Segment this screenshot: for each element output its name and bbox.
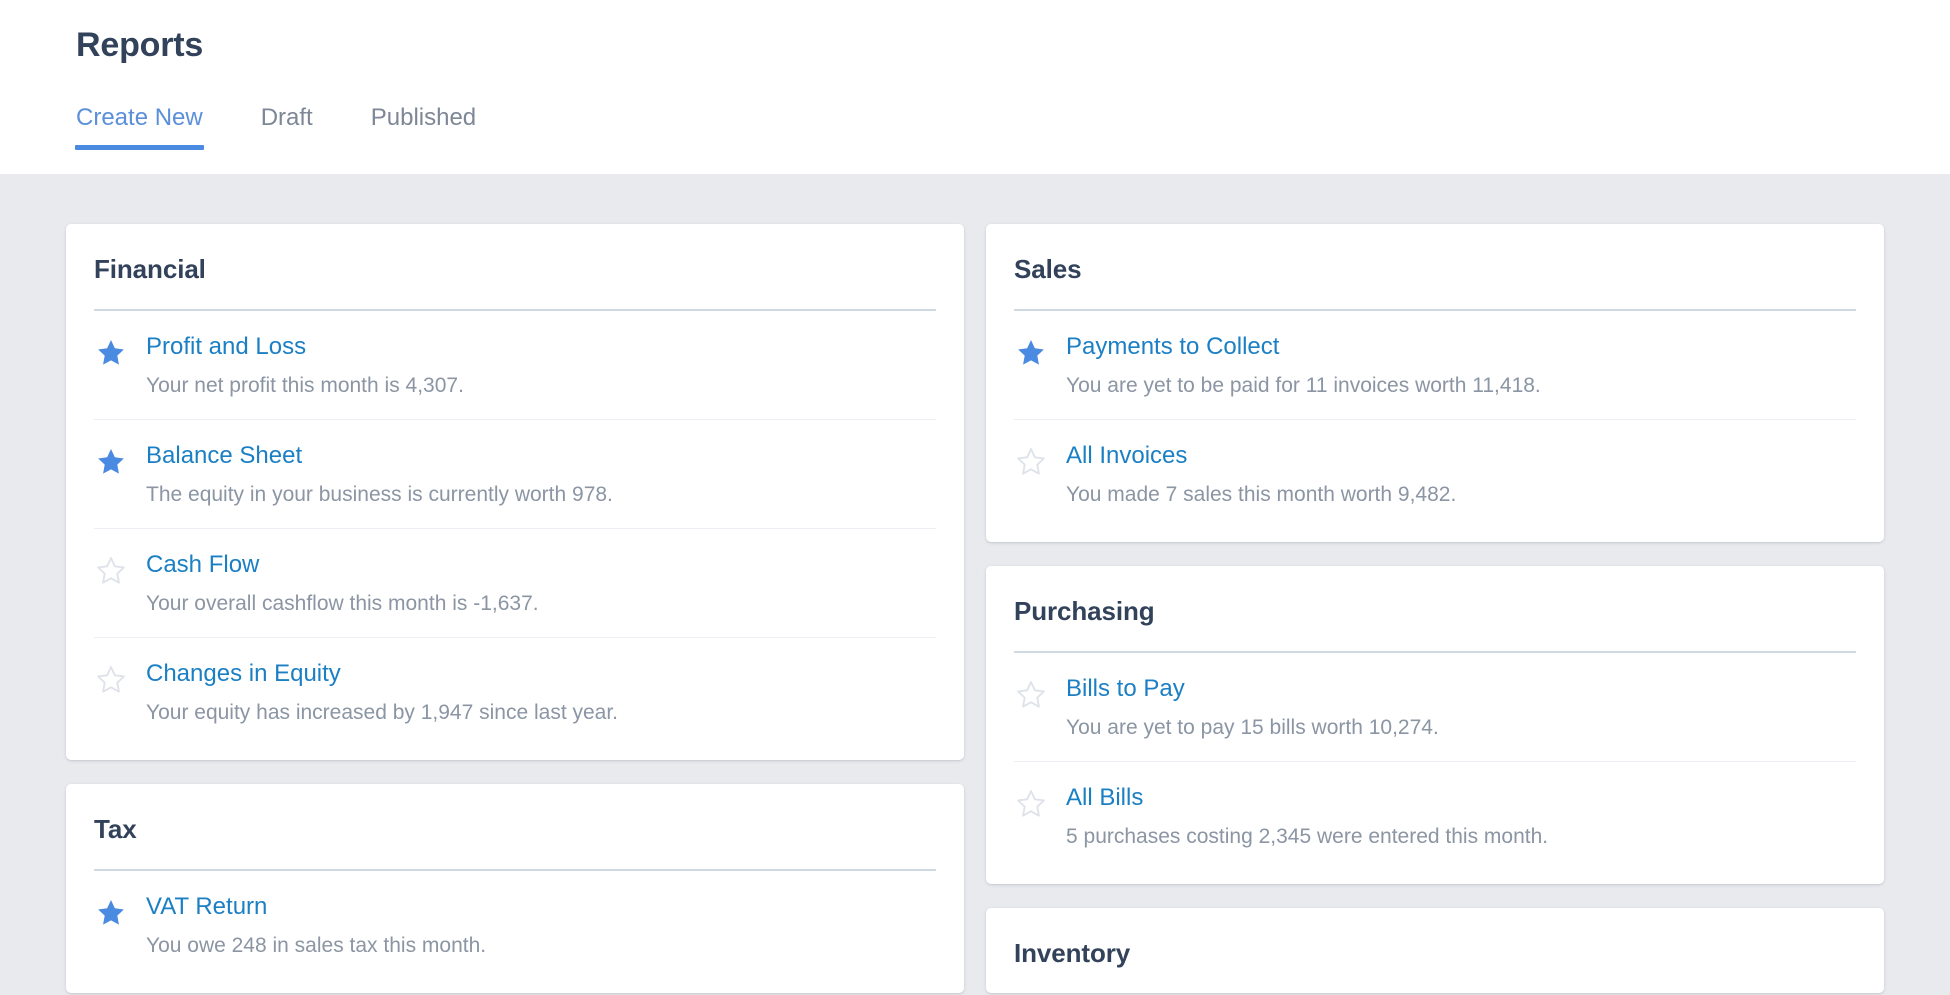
card-title-financial: Financial [94, 254, 206, 284]
page-title: Reports [76, 26, 204, 64]
left-column: Financial Profit and Loss Your net profi… [66, 224, 964, 994]
report-link[interactable]: Changes in Equity [146, 660, 618, 689]
tab-published[interactable]: Published [371, 106, 476, 150]
report-row-profit-and-loss[interactable]: Profit and Loss Your net profit this mon… [94, 311, 936, 419]
card-financial: Financial Profit and Loss Your net profi… [66, 224, 964, 761]
star-filled-icon[interactable] [94, 899, 128, 926]
card-rows-financial: Profit and Loss Your net profit this mon… [66, 311, 964, 746]
report-row-text: Balance Sheet The equity in your busines… [146, 442, 613, 508]
report-description: The equity in your business is currently… [146, 482, 613, 506]
card-title-purchasing: Purchasing [1014, 596, 1155, 627]
star-filled-icon[interactable] [94, 448, 128, 475]
star-outline-icon[interactable] [1014, 681, 1048, 708]
card-purchasing: Purchasing Bills to Pay You are yet to p… [986, 566, 1884, 885]
card-title-sales: Sales [1014, 254, 1082, 284]
report-description: Your equity has increased by 1,947 since… [146, 700, 619, 724]
report-row-text: All Bills 5 purchases costing 2,345 were… [1066, 784, 1548, 850]
report-link[interactable]: All Invoices [1066, 442, 1456, 471]
report-row-text: Cash Flow Your overall cashflow this mon… [146, 551, 539, 617]
report-row-changes-in-equity[interactable]: Changes in Equity Your equity has increa… [94, 637, 936, 746]
star-outline-icon[interactable] [94, 666, 128, 693]
report-description: 5 purchases costing 2,345 were entered t… [1066, 824, 1549, 848]
report-description: You made 7 sales this month worth 9,482. [1066, 482, 1457, 506]
report-row-text: VAT Return You owe 248 in sales tax this… [146, 893, 486, 959]
report-link[interactable]: All Bills [1066, 784, 1548, 813]
report-description: Your net profit this month is 4,307. [146, 373, 464, 397]
report-row-bills-to-pay[interactable]: Bills to Pay You are yet to pay 15 bills… [1014, 653, 1856, 761]
report-link[interactable]: Payments to Collect [1066, 333, 1541, 362]
star-outline-icon[interactable] [1014, 790, 1048, 817]
report-row-vat-return[interactable]: VAT Return You owe 248 in sales tax this… [94, 871, 936, 979]
report-description: You are yet to be paid for 11 invoices w… [1066, 373, 1541, 397]
card-tax: Tax VAT Return You owe 248 in sales tax … [66, 784, 964, 994]
star-outline-icon[interactable] [94, 557, 128, 584]
report-row-text: Profit and Loss Your net profit this mon… [146, 333, 464, 399]
card-sales: Sales Payments to Collect You are yet to… [986, 224, 1884, 543]
tab-draft[interactable]: Draft [261, 106, 313, 150]
star-filled-icon[interactable] [94, 339, 128, 366]
report-tabs: Create New Draft Published [75, 106, 534, 150]
report-description: You owe 248 in sales tax this month. [146, 933, 487, 957]
report-row-text: Payments to Collect You are yet to be pa… [1066, 333, 1541, 399]
tab-create-new[interactable]: Create New [75, 106, 204, 150]
right-column: Sales Payments to Collect You are yet to… [986, 224, 1884, 994]
report-row-balance-sheet[interactable]: Balance Sheet The equity in your busines… [94, 419, 936, 528]
card-title-tax: Tax [94, 814, 137, 845]
report-row-cash-flow[interactable]: Cash Flow Your overall cashflow this mon… [94, 528, 936, 637]
card-title-inventory: Inventory [1014, 938, 1131, 969]
report-link[interactable]: Cash Flow [146, 551, 539, 580]
card-rows-purchasing: Bills to Pay You are yet to pay 15 bills… [986, 653, 1884, 870]
report-link[interactable]: Bills to Pay [1066, 675, 1439, 704]
report-row-text: Bills to Pay You are yet to pay 15 bills… [1066, 675, 1439, 741]
page-header: Reports Create New Draft Published [0, 0, 1950, 174]
report-description: You are yet to pay 15 bills worth 10,274… [1066, 715, 1439, 739]
card-rows-sales: Payments to Collect You are yet to be pa… [986, 311, 1884, 528]
report-row-payments-to-collect[interactable]: Payments to Collect You are yet to be pa… [1014, 311, 1856, 419]
report-link[interactable]: VAT Return [146, 893, 486, 922]
report-row-all-invoices[interactable]: All Invoices You made 7 sales this month… [1014, 419, 1856, 528]
report-row-all-bills[interactable]: All Bills 5 purchases costing 2,345 were… [1014, 761, 1856, 870]
card-inventory: Inventory [986, 908, 1884, 994]
report-row-text: All Invoices You made 7 sales this month… [1066, 442, 1456, 508]
report-link[interactable]: Balance Sheet [146, 442, 613, 471]
star-outline-icon[interactable] [1014, 448, 1048, 475]
report-link[interactable]: Profit and Loss [146, 333, 464, 362]
star-filled-icon[interactable] [1014, 339, 1048, 366]
report-description: Your overall cashflow this month is -1,6… [146, 591, 539, 615]
card-rows-tax: VAT Return You owe 248 in sales tax this… [66, 871, 964, 979]
report-row-text: Changes in Equity Your equity has increa… [146, 660, 618, 726]
reports-content: Financial Profit and Loss Your net profi… [0, 174, 1950, 994]
